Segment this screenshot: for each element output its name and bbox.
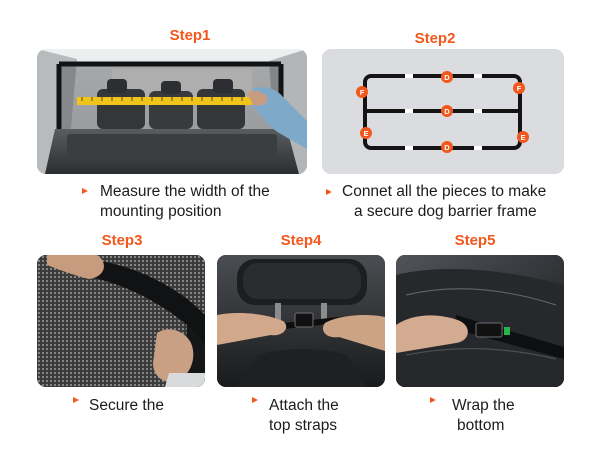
frame-label-e-left: E — [363, 129, 368, 138]
step1-caption: Measure the width of the mounting positi… — [100, 182, 270, 222]
frame-label-d-middle: D — [444, 107, 450, 116]
step2-caption-line1: Connet all the pieces to make — [342, 183, 547, 200]
step1-caption-line2: mounting position — [100, 203, 222, 220]
frame-label-d-top: D — [444, 73, 450, 82]
step5-title: Step5 — [454, 232, 496, 249]
step2-caption: Connet all the pieces to make a secure d… — [342, 182, 546, 222]
step4-caption: Attach the top straps — [269, 396, 339, 436]
step2-caption-line2: a secure dog barrier frame — [354, 203, 537, 220]
frame-label-f-left: F — [360, 88, 365, 97]
step2-title: Step2 — [414, 30, 456, 47]
step3-caption: Secure the — [89, 396, 164, 416]
step1-photo — [37, 49, 307, 174]
step1-title: Step1 — [169, 27, 211, 44]
step2-bullet-icon — [326, 189, 332, 195]
step4-bullet-icon — [252, 397, 258, 403]
step1-caption-line1: Measure the width of the — [100, 183, 270, 200]
step5-caption-line2: bottom — [457, 417, 505, 434]
frame-label-f-right: F — [517, 84, 522, 93]
step2-diagram: D D D F F E E — [322, 49, 564, 174]
frame-label-e-right: E — [520, 133, 525, 142]
step3-bullet-icon — [73, 397, 79, 403]
frame-label-d-bottom: D — [444, 143, 450, 152]
step5-photo — [396, 255, 564, 387]
step5-bullet-icon — [430, 397, 436, 403]
step4-photo — [217, 255, 385, 387]
step5-caption: Wrap the bottom — [452, 396, 515, 436]
step4-caption-line1: Attach the — [269, 397, 339, 414]
step3-title: Step3 — [101, 232, 143, 249]
step4-caption-line2: top straps — [269, 417, 338, 434]
step4-title: Step4 — [280, 232, 322, 249]
step3-caption-line1: Secure the — [89, 397, 164, 414]
step3-photo — [37, 255, 205, 387]
step1-bullet-icon — [82, 188, 88, 194]
step5-caption-line1: Wrap the — [452, 397, 515, 414]
